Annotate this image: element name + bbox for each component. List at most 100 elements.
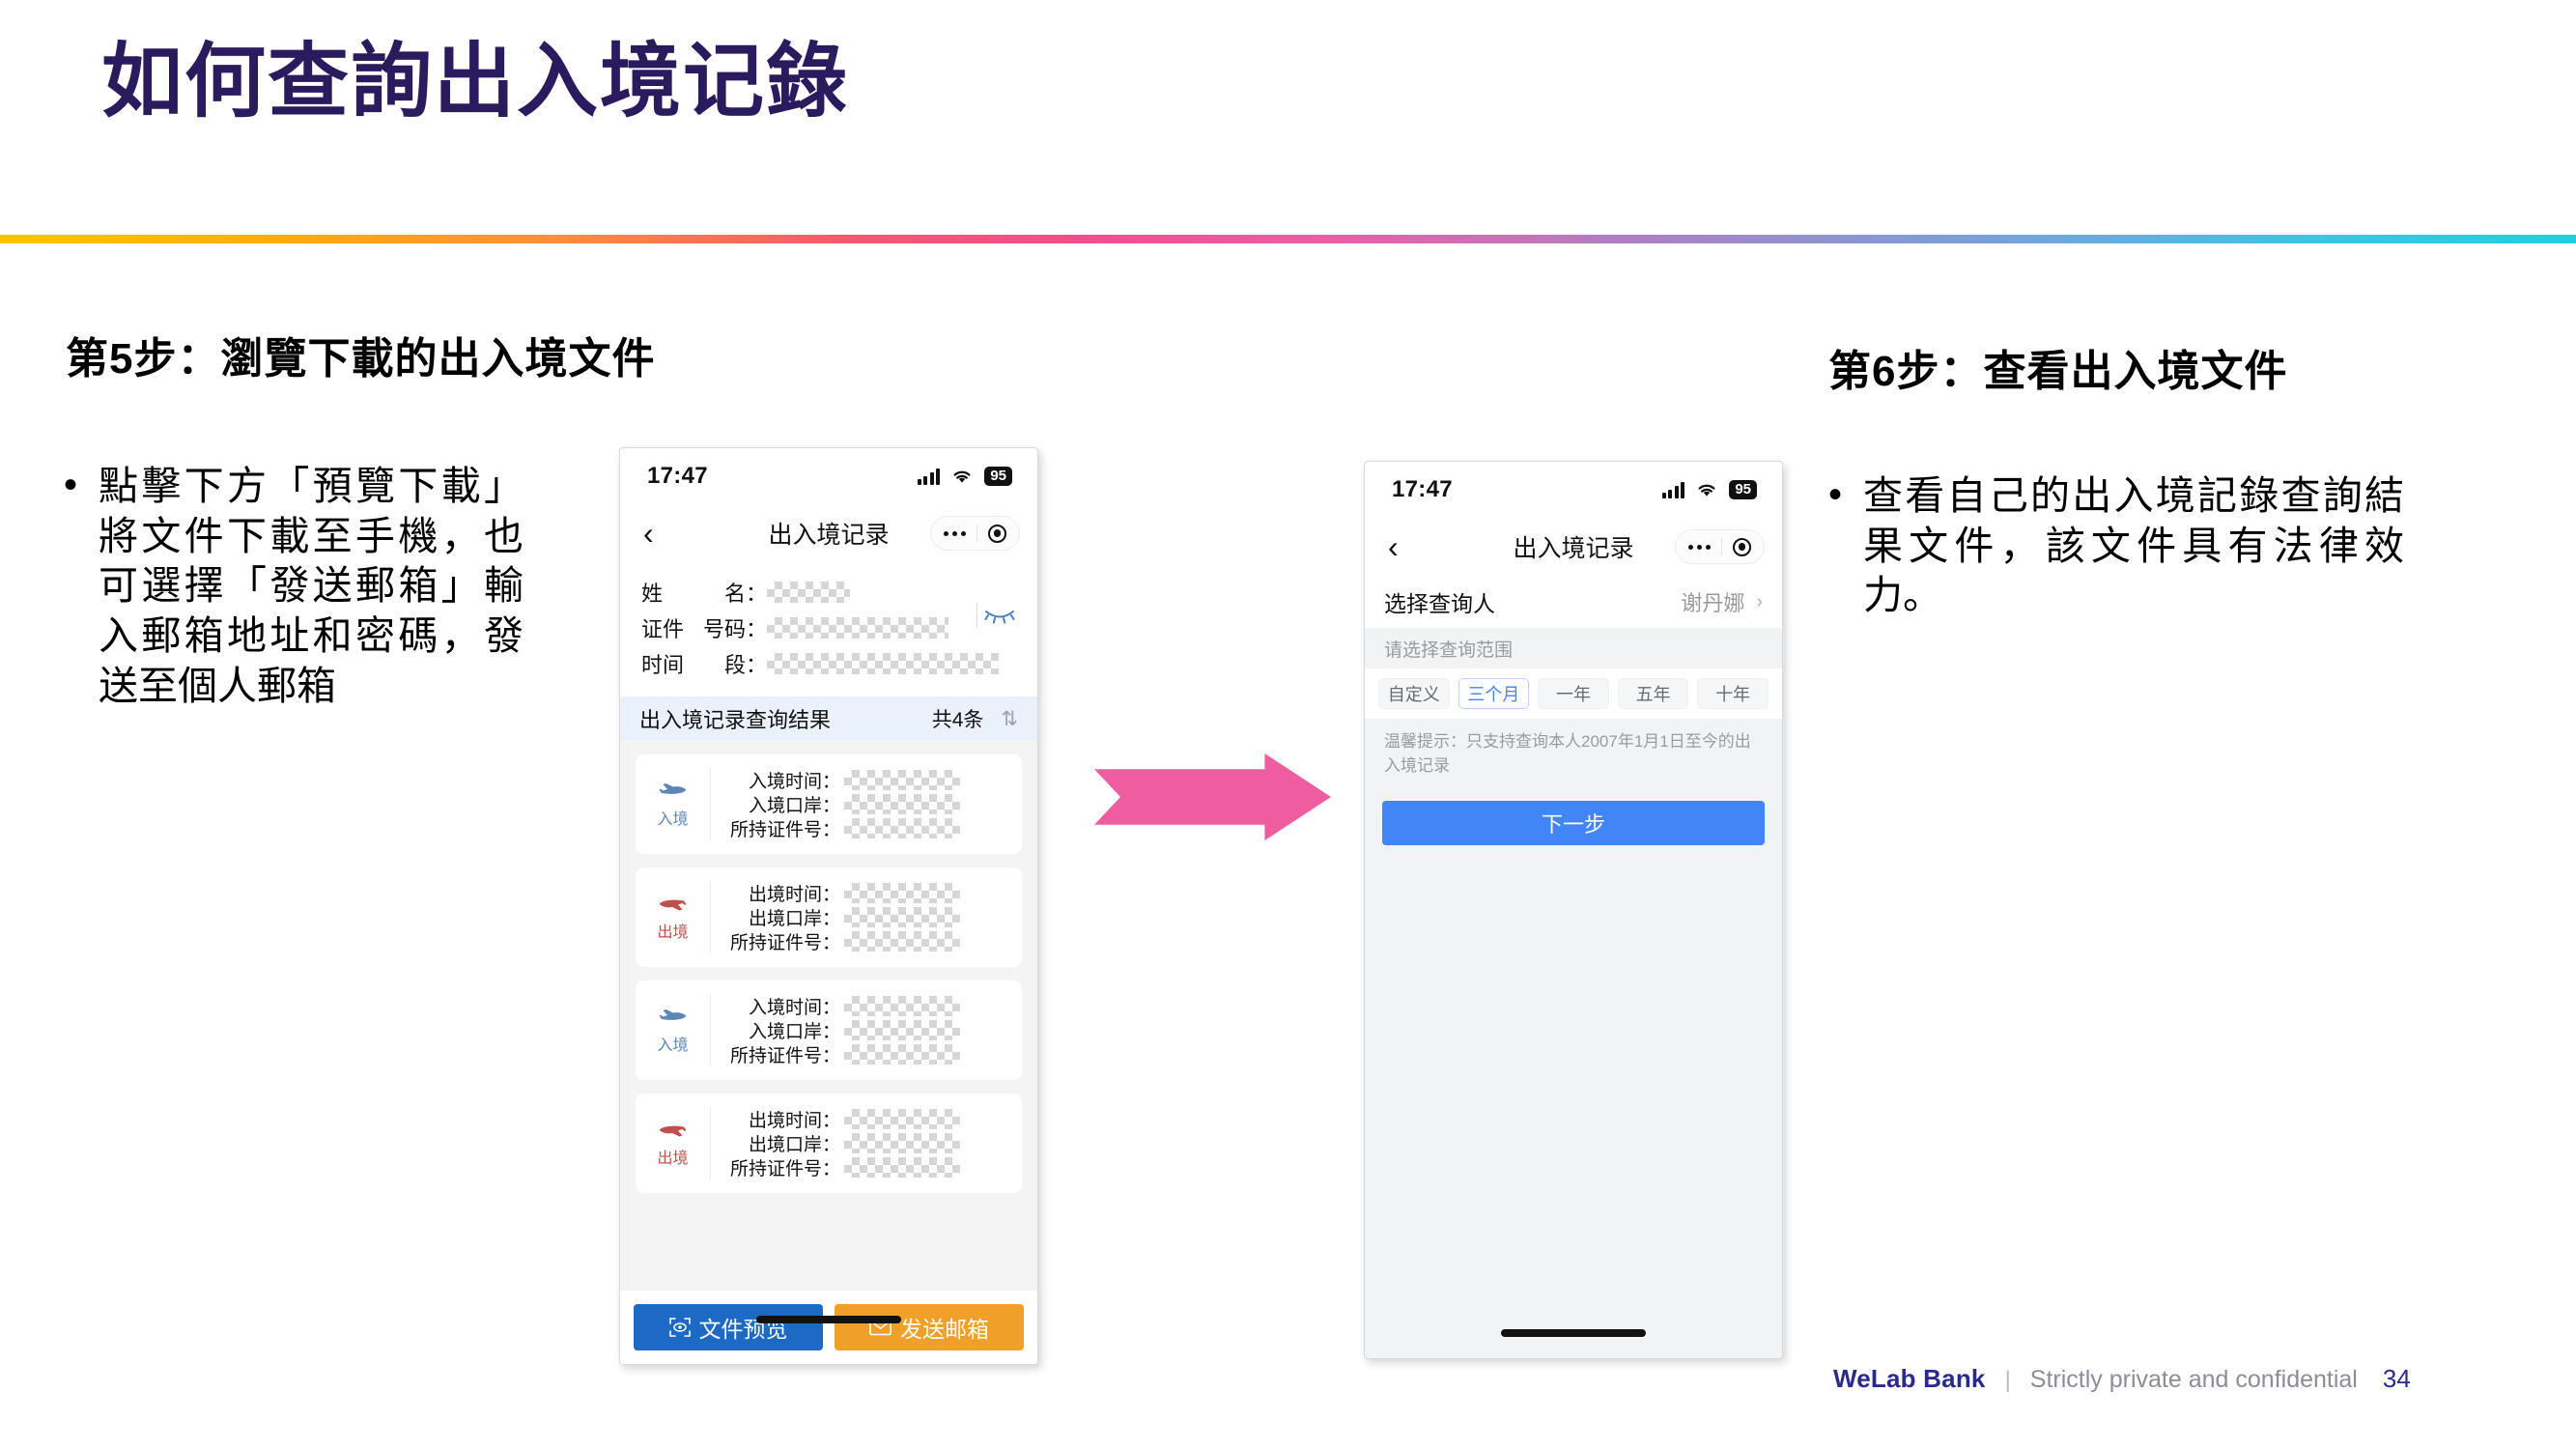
record-fields: 出境时间： 出境口岸： 所持证件号： — [711, 881, 1022, 953]
info-label-part: 姓 — [641, 581, 664, 606]
back-icon[interactable]: ‹ — [643, 518, 654, 549]
phone1-status-bar: 17:47 95 — [620, 448, 1037, 504]
more-dots-icon[interactable] — [1688, 544, 1711, 550]
info-label-period: 时间 段： — [641, 648, 767, 679]
record-field-row: 出境时间： — [726, 1107, 1008, 1131]
step6-heading: 第6步：查看出入境文件 — [1828, 348, 2288, 395]
redacted-value — [767, 581, 850, 603]
redacted-value — [844, 907, 960, 927]
record-card[interactable]: 出境 出境时间： 出境口岸： 所持证件号： — [636, 1094, 1022, 1193]
redacted-value — [767, 652, 999, 674]
record-field-label: 入境口岸： — [748, 796, 840, 816]
record-fields: 入境时间： 入境口岸： 所持证件号： — [711, 768, 1022, 840]
record-field-label: 出境时间： — [748, 885, 840, 905]
plane-arrival-icon — [659, 782, 686, 794]
record-field-row: 入境口岸： — [726, 1018, 1008, 1042]
record-type: 出境 — [636, 1107, 711, 1179]
send-email-label: 发送邮箱 — [900, 1317, 989, 1342]
record-type-label: 入境 — [657, 1037, 689, 1054]
step6-bullet: • 查看自己的出入境記錄查詢結果文件，該文件具有法律效力。 — [1828, 471, 2437, 621]
scan-eye-icon — [668, 1318, 691, 1337]
record-field-row: 所持证件号： — [726, 816, 1008, 840]
home-indicator[interactable] — [1501, 1329, 1646, 1337]
target-icon[interactable] — [988, 524, 1006, 543]
phone1-screen: 17:47 95 ‹ 出入境记录 姓 名： 证件 号码： 时间 段： 出入境记录… — [620, 448, 1037, 1364]
select-person-row[interactable]: 选择查询人 谢丹娜 › — [1365, 576, 1782, 628]
info-label-name: 姓 名： — [641, 577, 767, 608]
redacted-value — [844, 931, 960, 952]
gradient-divider — [0, 235, 2576, 243]
redacted-value — [844, 794, 960, 814]
wifi-icon — [953, 470, 971, 483]
record-type: 入境 — [636, 994, 711, 1066]
sort-icon[interactable]: ⇅ — [1001, 707, 1018, 731]
home-indicator[interactable] — [756, 1316, 901, 1323]
record-field-label: 入境时间： — [748, 998, 840, 1018]
range-chip-custom[interactable]: 自定义 — [1378, 678, 1450, 709]
record-card[interactable]: 入境 入境时间： 入境口岸： 所持证件号： — [636, 754, 1022, 854]
cellular-signal-icon — [1661, 481, 1685, 498]
range-chip-ten-years[interactable]: 十年 — [1697, 678, 1769, 709]
next-step-button[interactable]: 下一步 — [1382, 801, 1765, 846]
status-time: 17:47 — [1392, 476, 1453, 502]
info-label-part: 时间 — [641, 652, 685, 677]
footer-separator: | — [2004, 1367, 2011, 1393]
redacted-value — [844, 1109, 960, 1129]
record-field-label: 所持证件号： — [729, 1159, 840, 1179]
redacted-value — [844, 1157, 960, 1178]
eye-closed-icon[interactable] — [983, 605, 1016, 624]
info-row-id: 证件 号码： — [641, 610, 1016, 645]
plane-departure-icon — [659, 899, 686, 910]
info-label-part: 号码： — [702, 616, 767, 641]
redacted-value — [844, 770, 960, 790]
range-chip-five-years[interactable]: 五年 — [1617, 678, 1689, 709]
footer-confidentiality-note: Strictly private and confidential — [2029, 1366, 2358, 1393]
step5-heading: 第5步：瀏覽下載的出入境文件 — [66, 335, 656, 383]
info-label-part: 证件 — [641, 616, 685, 641]
slide-footer: WeLab Bank | Strictly private and confid… — [1833, 1364, 2411, 1394]
record-card[interactable]: 出境 出境时间： 出境口岸： 所持证件号： — [636, 867, 1022, 967]
bullet-marker: • — [64, 464, 78, 506]
result-header: 出入境记录查询结果 共4条 ⇅ — [620, 696, 1037, 741]
send-email-button[interactable]: 发送邮箱 — [835, 1304, 1024, 1350]
range-chip-one-year[interactable]: 一年 — [1538, 678, 1609, 709]
target-icon[interactable] — [1733, 537, 1751, 556]
phone-mockup-step5: 17:47 95 ‹ 出入境记录 姓 名： 证件 号码： 时间 段： 出入境记录… — [619, 447, 1038, 1365]
record-list[interactable]: 入境 入境时间： 入境口岸： 所持证件号： 出境 出境时间： 出境口岸： 所持证… — [620, 741, 1037, 1291]
status-indicators: 95 — [917, 467, 1012, 486]
record-field-row: 所持证件号： — [726, 929, 1008, 953]
record-fields: 出境时间： 出境口岸： 所持证件号： — [711, 1107, 1022, 1179]
phone1-nav-bar: ‹ 出入境记录 — [620, 504, 1037, 562]
redacted-value — [844, 1133, 960, 1153]
back-icon[interactable]: ‹ — [1388, 531, 1399, 562]
capsule-divider — [1721, 538, 1722, 555]
record-field-label: 入境口岸： — [748, 1022, 840, 1042]
plane-arrival-icon — [659, 1009, 686, 1020]
phone2-nav-bar: ‹ 出入境记录 — [1365, 518, 1782, 576]
phone-mockup-step6: 17:47 95 ‹ 出入境记录 选择查询人 谢丹娜 › 请选择查询范围 自定义… — [1364, 461, 1783, 1359]
mini-program-capsule[interactable] — [930, 516, 1020, 551]
page-title: 如何查詢出入境记錄 — [101, 36, 850, 127]
record-card[interactable]: 入境 入境时间： 入境口岸： 所持证件号： — [636, 980, 1022, 1080]
record-field-label: 出境口岸： — [748, 909, 840, 929]
chevron-right-icon: › — [1756, 590, 1763, 612]
range-chip-group[interactable]: 自定义 三个月 一年 五年 十年 — [1365, 668, 1782, 719]
info-row-period: 时间 段： — [641, 645, 1016, 681]
redacted-value — [767, 616, 948, 639]
more-dots-icon[interactable] — [944, 530, 966, 536]
info-label-part: 段： — [723, 652, 767, 677]
status-time: 17:47 — [647, 463, 708, 489]
range-chip-three-months[interactable]: 三个月 — [1458, 678, 1530, 709]
record-field-label: 所持证件号： — [729, 820, 840, 840]
record-field-row: 出境时间： — [726, 881, 1008, 905]
file-preview-button[interactable]: 文件预览 — [634, 1304, 823, 1350]
page-number: 34 — [2382, 1364, 2411, 1393]
mini-program-capsule[interactable] — [1675, 529, 1765, 564]
record-type: 出境 — [636, 881, 711, 953]
record-field-row: 所持证件号： — [726, 1155, 1008, 1179]
query-tip-text: 温馨提示：只支持查询本人2007年1月1日至今的出入境记录 — [1384, 732, 1751, 775]
phone1-action-bar: 文件预览 发送邮箱 — [620, 1291, 1037, 1364]
record-field-row: 入境时间： — [726, 994, 1008, 1018]
phone2-status-bar: 17:47 95 — [1365, 462, 1782, 518]
record-field-row: 入境口岸： — [726, 792, 1008, 816]
